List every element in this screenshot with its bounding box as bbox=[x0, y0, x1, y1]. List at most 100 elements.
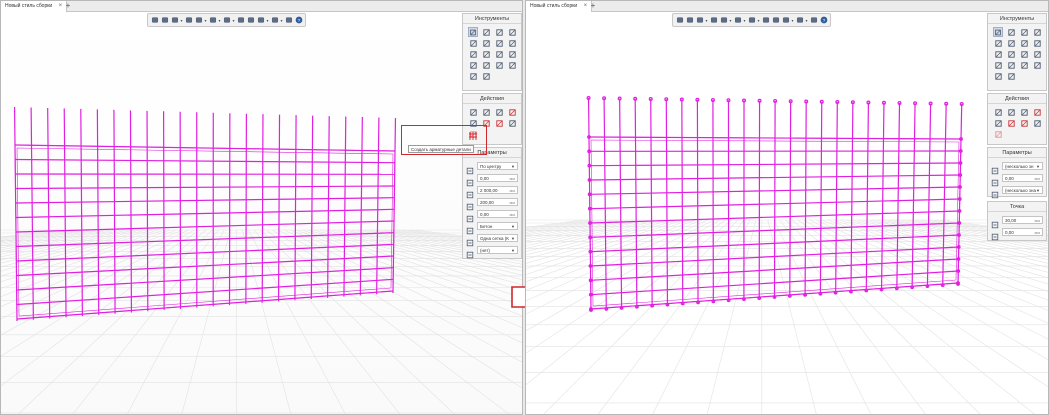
explode-tool[interactable] bbox=[481, 107, 491, 117]
parameter-input[interactable]: 200,00 мм bbox=[477, 198, 518, 206]
cut-button[interactable] bbox=[236, 16, 245, 25]
settings-wrench-button[interactable] bbox=[284, 16, 293, 25]
help-button[interactable]: ? bbox=[819, 16, 828, 25]
stairs-tool[interactable] bbox=[1032, 38, 1042, 48]
measure-tool[interactable] bbox=[1006, 71, 1016, 81]
railing-tool[interactable] bbox=[1019, 49, 1029, 59]
spacing-tool[interactable] bbox=[1019, 107, 1029, 117]
display-mode-button[interactable] bbox=[270, 16, 279, 25]
settings-wrench-button[interactable] bbox=[809, 16, 818, 25]
layer-button[interactable] bbox=[208, 16, 217, 25]
render-button[interactable] bbox=[222, 16, 231, 25]
door-tool[interactable] bbox=[993, 49, 1003, 59]
measure-tool[interactable] bbox=[481, 71, 491, 81]
new-tab-button[interactable]: + bbox=[588, 1, 598, 12]
beam-tool[interactable] bbox=[468, 38, 478, 48]
dropdown-caret-icon[interactable]: ▾ bbox=[729, 16, 732, 25]
dropdown-caret-icon[interactable]: ▾ bbox=[180, 16, 183, 25]
box-button[interactable] bbox=[184, 16, 193, 25]
parameter-input[interactable]: 2 000,00 мм bbox=[477, 186, 518, 194]
dropdown-caret-icon[interactable]: ▾ bbox=[232, 16, 235, 25]
column-tool[interactable] bbox=[1019, 27, 1029, 37]
parameter-dropdown[interactable]: По центру ▼ bbox=[477, 162, 518, 170]
layer-button[interactable] bbox=[733, 16, 742, 25]
paste-button[interactable] bbox=[781, 16, 790, 25]
arc-tool[interactable] bbox=[1032, 60, 1042, 70]
parameter-input[interactable]: 0,00 мм bbox=[477, 174, 518, 182]
select-tool[interactable] bbox=[468, 27, 478, 37]
parameter-dropdown[interactable]: (несколько зн ▼ bbox=[1002, 162, 1043, 170]
explode-tool[interactable] bbox=[1006, 107, 1016, 117]
slab-tool[interactable] bbox=[507, 27, 517, 37]
line-tool[interactable] bbox=[507, 49, 517, 59]
roof-tool[interactable] bbox=[1019, 38, 1029, 48]
split-tool[interactable] bbox=[507, 107, 517, 117]
roof-tool[interactable] bbox=[494, 38, 504, 48]
corner-tool[interactable] bbox=[993, 118, 1003, 128]
text-tool[interactable] bbox=[993, 71, 1003, 81]
paste-button[interactable] bbox=[256, 16, 265, 25]
parameter-input[interactable]: 30,00 мм bbox=[1002, 216, 1043, 224]
copy-button[interactable] bbox=[246, 16, 255, 25]
select-tool[interactable] bbox=[993, 27, 1003, 37]
beam-tool[interactable] bbox=[993, 38, 1003, 48]
wall-tool[interactable] bbox=[1006, 27, 1016, 37]
arc-tool[interactable] bbox=[507, 60, 517, 70]
window-tool[interactable] bbox=[1006, 49, 1016, 59]
box-button[interactable] bbox=[709, 16, 718, 25]
dropdown-caret-icon[interactable]: ▾ bbox=[791, 16, 794, 25]
stairs-tool[interactable] bbox=[507, 38, 517, 48]
tab-close-icon[interactable]: × bbox=[584, 1, 588, 12]
delete-part-tool[interactable] bbox=[494, 118, 504, 128]
display-mode-button[interactable] bbox=[795, 16, 804, 25]
brush-tool[interactable] bbox=[481, 38, 491, 48]
copy-part-tool[interactable] bbox=[507, 118, 517, 128]
door-tool[interactable] bbox=[468, 49, 478, 59]
railing-tool[interactable] bbox=[494, 49, 504, 59]
parameter-dropdown[interactable]: (несколько зна ▼ bbox=[1002, 186, 1043, 194]
delete-part-tool[interactable] bbox=[1019, 118, 1029, 128]
save-button[interactable] bbox=[719, 16, 728, 25]
undo-button[interactable] bbox=[675, 16, 684, 25]
hand-tool[interactable] bbox=[993, 60, 1003, 70]
cylinder-tool[interactable] bbox=[494, 60, 504, 70]
view-cube-button[interactable] bbox=[170, 16, 179, 25]
dropdown-caret-icon[interactable]: ▾ bbox=[757, 16, 760, 25]
save-button[interactable] bbox=[194, 16, 203, 25]
render-button[interactable] bbox=[747, 16, 756, 25]
parameter-dropdown[interactable]: Одна сетка (К ▼ bbox=[477, 234, 518, 242]
create-rebar-parts-icon[interactable] bbox=[468, 131, 478, 141]
new-tab-button[interactable]: + bbox=[63, 1, 73, 12]
parameter-input[interactable]: 0,00 мм bbox=[477, 210, 518, 218]
3d-viewport[interactable] bbox=[1, 12, 523, 415]
brush-tool[interactable] bbox=[1006, 38, 1016, 48]
help-button[interactable]: ? bbox=[294, 16, 303, 25]
hand-tool[interactable] bbox=[468, 60, 478, 70]
dropdown-caret-icon[interactable]: ▾ bbox=[218, 16, 221, 25]
extend-tool[interactable] bbox=[1006, 118, 1016, 128]
window-tool[interactable] bbox=[481, 49, 491, 59]
polyline-tool[interactable] bbox=[993, 107, 1003, 117]
tab-assembly-style[interactable]: Новый стиль сборки × bbox=[1, 1, 68, 12]
dropdown-caret-icon[interactable]: ▾ bbox=[705, 16, 708, 25]
copy-part-tool[interactable] bbox=[1032, 118, 1042, 128]
cut-button[interactable] bbox=[761, 16, 770, 25]
parameter-input[interactable]: 0,00 мм bbox=[1002, 228, 1043, 236]
copy-button[interactable] bbox=[771, 16, 780, 25]
dropdown-caret-icon[interactable]: ▾ bbox=[805, 16, 808, 25]
shape-tool[interactable] bbox=[1006, 60, 1016, 70]
view-cube-button[interactable] bbox=[695, 16, 704, 25]
slab-tool[interactable] bbox=[1032, 27, 1042, 37]
polyline-tool[interactable] bbox=[468, 107, 478, 117]
dropdown-caret-icon[interactable]: ▾ bbox=[204, 16, 207, 25]
tab-assembly-style[interactable]: Новый стиль сборки × bbox=[526, 1, 593, 12]
wall-tool[interactable] bbox=[481, 27, 491, 37]
dropdown-caret-icon[interactable]: ▾ bbox=[266, 16, 269, 25]
undo-button[interactable] bbox=[150, 16, 159, 25]
dropdown-caret-icon[interactable]: ▾ bbox=[280, 16, 283, 25]
shape-tool[interactable] bbox=[481, 60, 491, 70]
parameter-dropdown[interactable]: Бетон ▼ bbox=[477, 222, 518, 230]
redo-button[interactable] bbox=[160, 16, 169, 25]
line-tool[interactable] bbox=[1032, 49, 1042, 59]
redo-button[interactable] bbox=[685, 16, 694, 25]
